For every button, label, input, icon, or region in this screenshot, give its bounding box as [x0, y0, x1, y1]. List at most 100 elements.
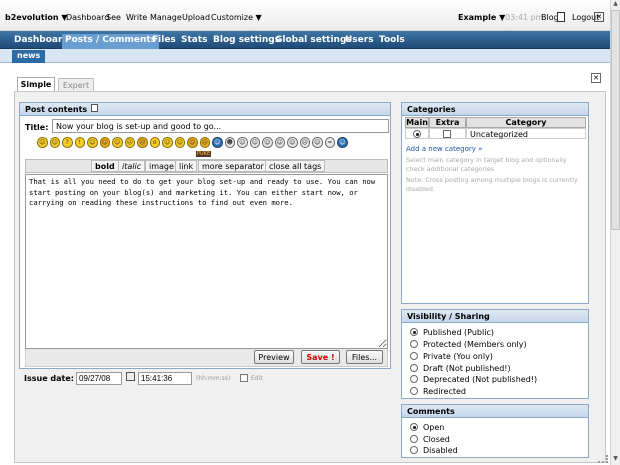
visibility-private-radio[interactable]: [410, 352, 418, 360]
edit-date-checkbox[interactable]: [240, 374, 248, 382]
mainnav-tools[interactable]: Tools: [376, 34, 408, 49]
mainnav-posts-comments[interactable]: Posts / Comments: [62, 34, 160, 49]
smiley-wink-icon[interactable]: ☺: [49, 137, 60, 148]
blog-external-icon[interactable]: [557, 12, 565, 22]
comments-disabled-radio[interactable]: [410, 446, 418, 454]
visibility-draft-label: Draft (Not published!): [423, 364, 511, 373]
smiley-grey-wink-icon[interactable]: ☺: [287, 137, 298, 148]
logout-close-icon[interactable]: ✕: [594, 12, 604, 22]
main-nav: Dashboard Posts / Comments Files Stats B…: [0, 31, 610, 49]
scroll-down-icon[interactable]: ▼: [611, 455, 620, 465]
issue-date-input[interactable]: [76, 372, 122, 385]
edit-date-label: Edit: [251, 375, 263, 382]
smiley-grey-laugh-icon[interactable]: ☺: [262, 137, 273, 148]
topnav-upload[interactable]: Upload: [182, 13, 210, 22]
smiley-blue-icon[interactable]: ☺: [212, 137, 223, 148]
smiley-grin-icon[interactable]: ☺: [87, 137, 98, 148]
clock: 03:41 pm: [505, 13, 544, 22]
mainnav-files[interactable]: Files: [149, 34, 179, 49]
smiley-fish-icon[interactable]: ≈: [324, 137, 335, 148]
image-button[interactable]: image: [145, 160, 178, 172]
smiley-angry-icon[interactable]: ☹: [137, 137, 148, 148]
smiley-surprised-icon[interactable]: o: [149, 137, 160, 148]
visibility-protected-label: Protected (Members only): [423, 340, 527, 349]
smiley-grey-grin-icon[interactable]: ☺: [249, 137, 260, 148]
comments-title: Comments: [402, 405, 588, 418]
post-content-textarea[interactable]: That is all you need to do to get your b…: [25, 174, 388, 349]
categories-title: Categories: [402, 103, 588, 116]
issue-date-label: Issue date:: [24, 374, 74, 383]
tab-simple[interactable]: Simple: [17, 77, 55, 91]
topnav-see[interactable]: See: [106, 13, 121, 22]
smiley-exclaim-icon[interactable]: !: [74, 137, 85, 148]
main-category-radio[interactable]: [413, 130, 421, 138]
smiley-bar: ☺ ☺ ? ! ☺ ☺ ☺ ☹ ☹ o ☺ ☺ ☺ ☹ ☺ ☻ ☺ ☺ ☺ ☺ …: [37, 137, 349, 151]
visibility-published-label: Published (Public): [423, 328, 494, 337]
issue-time-input[interactable]: [138, 372, 192, 385]
italic-button[interactable]: italic: [118, 160, 146, 172]
title-input[interactable]: [52, 119, 389, 133]
col-category-header: Category: [466, 117, 586, 128]
document-icon: [91, 104, 98, 112]
comments-disabled-label: Disabled: [423, 446, 458, 455]
visibility-deprecated-radio[interactable]: [410, 375, 418, 383]
smiley-neutral-icon[interactable]: ☺: [174, 137, 185, 148]
comments-open-label: Open: [423, 423, 445, 432]
visibility-draft-radio[interactable]: [410, 364, 418, 372]
smiley-grey-sad-icon[interactable]: ☹: [299, 137, 310, 148]
smiley-laugh-icon[interactable]: ☺: [112, 137, 123, 148]
category-name: Uncategorized: [466, 128, 586, 139]
time-format-hint: (hh:mm:ss): [196, 375, 231, 382]
visibility-private-label: Private (You only): [423, 352, 493, 361]
comments-closed-label: Closed: [423, 435, 450, 444]
tab-expert[interactable]: Expert: [58, 78, 94, 91]
close-icon[interactable]: ✕: [591, 73, 601, 83]
resize-grip-icon[interactable]: [598, 455, 608, 463]
close-all-tags-button[interactable]: close all tags: [265, 160, 326, 172]
add-category-link[interactable]: Add a new category »: [406, 145, 482, 153]
post-contents-title: Post contents: [20, 103, 390, 116]
smiley-confused-icon[interactable]: ☺: [187, 137, 198, 148]
link-button[interactable]: link: [175, 160, 198, 172]
smiley-cool-icon[interactable]: ☺: [99, 137, 110, 148]
bold-button[interactable]: bold: [91, 160, 119, 172]
smiley-alien-icon[interactable]: ☻: [224, 137, 235, 148]
visibility-redirected-radio[interactable]: [410, 387, 418, 395]
visibility-deprecated-label: Deprecated (Not published!): [423, 375, 538, 384]
mainnav-users[interactable]: Users: [342, 34, 377, 49]
scroll-thumb[interactable]: [611, 10, 620, 230]
smiley-eyes-icon[interactable]: ☺: [237, 137, 248, 148]
topnav-customize[interactable]: Customize ▼: [211, 13, 262, 22]
visibility-protected-radio[interactable]: [410, 340, 418, 348]
files-button[interactable]: Files...: [346, 350, 383, 364]
brand-label: b2evolution: [5, 13, 59, 22]
smiley-grey-smile-icon[interactable]: ☺: [274, 137, 285, 148]
extra-category-checkbox[interactable]: [443, 130, 451, 138]
save-button[interactable]: Save !: [301, 350, 340, 364]
blog-selector[interactable]: Example ▼: [458, 13, 505, 22]
smiley-smile-icon[interactable]: ☺: [37, 137, 48, 148]
topnav-dashboard[interactable]: Dashboard: [66, 13, 109, 22]
blog-selector-label: Example: [458, 13, 497, 22]
subnav-tab-news[interactable]: news: [12, 50, 46, 63]
comments-open-radio[interactable]: [410, 423, 418, 431]
more-separator-button[interactable]: more separator: [198, 160, 268, 172]
topnav-write[interactable]: Write: [126, 13, 147, 22]
mainnav-stats[interactable]: Stats: [178, 34, 211, 49]
visibility-published-radio[interactable]: [410, 328, 418, 336]
brand-menu[interactable]: b2evolution ▼: [5, 13, 68, 22]
topnav-manage[interactable]: Manage: [150, 13, 182, 22]
sub-nav: [0, 49, 610, 63]
comments-closed-radio[interactable]: [410, 435, 418, 443]
col-extra-header: Extra: [429, 117, 466, 128]
smiley-sad-icon[interactable]: ☹: [124, 137, 135, 148]
scroll-up-icon[interactable]: ▲: [611, 0, 620, 10]
preview-button[interactable]: Preview: [254, 350, 294, 364]
smiley-tongue-icon[interactable]: ☺: [162, 137, 173, 148]
smiley-grey-tongue-icon[interactable]: ☺: [312, 137, 323, 148]
calendar-icon[interactable]: [126, 372, 135, 381]
smiley-bird-icon[interactable]: ☺: [337, 137, 348, 148]
smiley-puke-icon[interactable]: ☹: [199, 137, 210, 148]
smiley-question-icon[interactable]: ?: [62, 137, 73, 148]
col-main-header: Main: [405, 117, 429, 128]
